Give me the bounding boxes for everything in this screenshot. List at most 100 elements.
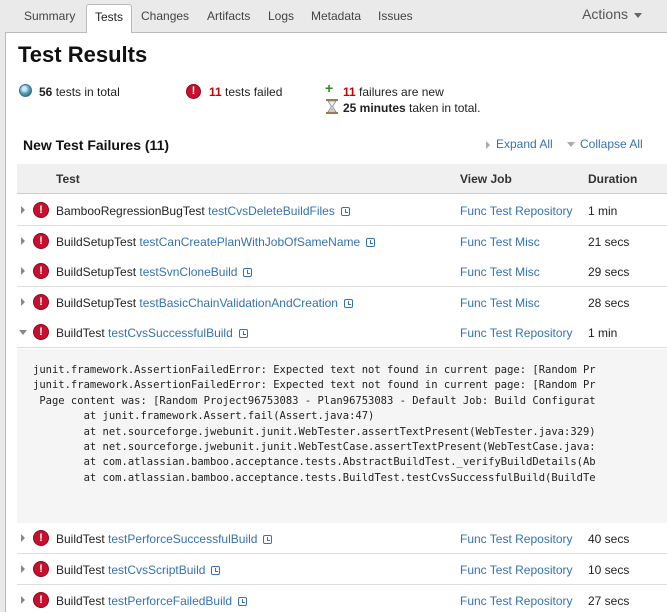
job-link[interactable]: Func Test Repository (460, 563, 573, 577)
expand-row-icon[interactable] (21, 596, 25, 604)
job-link[interactable]: Func Test Misc (460, 265, 540, 279)
table-row[interactable]: ! BambooRegressionBugTest testCvsDeleteB… (17, 195, 667, 226)
table-row-expanded[interactable]: ! BuildTest testCvsSuccessfulBuild Func … (17, 317, 667, 348)
tab-tests[interactable]: Tests (86, 4, 133, 33)
history-icon[interactable] (263, 535, 273, 544)
stack-trace-line: Page content was: [Random Project9675308… (33, 394, 596, 407)
hourglass-icon (326, 99, 338, 114)
expand-row-icon[interactable] (21, 298, 25, 306)
stack-trace-line: at com.atlassian.bamboo.acceptance.tests… (33, 456, 596, 469)
main-panel: Test Results 56 tests in total ! 11 test… (5, 32, 667, 612)
test-class: BuildTest (56, 326, 105, 340)
duration-summary: 25 minutes taken in total. (343, 101, 480, 115)
tab-bar: Summary Tests Changes Artifacts Logs Met… (0, 0, 667, 33)
test-method-link[interactable]: testCvsDeleteBuildFiles (208, 204, 335, 218)
new-failures-summary: 11 failures are new (343, 85, 444, 99)
duration: 40 secs (588, 532, 630, 546)
actions-menu[interactable]: Actions (582, 6, 642, 22)
new-count: 11 (343, 85, 356, 99)
test-method-link[interactable]: testSvnCloneBuild (139, 265, 237, 279)
test-class: BuildSetupTest (56, 235, 137, 249)
stack-trace-line: junit.framework.AssertionFailedError: Ex… (33, 379, 596, 392)
test-class: BuildSetupTest (56, 296, 137, 310)
total-text: tests in total (55, 85, 120, 99)
failed-text: tests failed (225, 85, 283, 99)
job-link[interactable]: Func Test Repository (460, 532, 573, 546)
expand-all-link[interactable]: Expand All (486, 137, 553, 151)
stack-trace-line: at com.atlassian.bamboo.acceptance.tests… (33, 471, 596, 484)
test-method-link[interactable]: testCvsSuccessfulBuild (108, 326, 233, 340)
error-icon: ! (33, 561, 49, 577)
test-class: BuildTest (56, 563, 105, 577)
history-icon[interactable] (238, 329, 248, 338)
error-icon: ! (33, 233, 49, 249)
job-link[interactable]: Func Test Repository (460, 594, 573, 608)
test-method-link[interactable]: testCanCreatePlanWithJobOfSameName (139, 235, 360, 249)
job-link[interactable]: Func Test Repository (460, 204, 573, 218)
test-method-link[interactable]: testPerforceFailedBuild (108, 594, 232, 608)
expand-row-icon[interactable] (21, 237, 25, 245)
error-icon: ! (33, 294, 49, 310)
tab-artifacts[interactable]: Artifacts (199, 6, 258, 28)
expand-row-icon[interactable] (21, 565, 25, 573)
duration: 28 secs (588, 296, 630, 310)
duration: 1 min (588, 326, 618, 340)
section-title: New Test Failures (11) (23, 137, 170, 153)
total-count: 56 (39, 85, 53, 99)
table-row[interactable]: ! BuildTest testPerforceSuccessfulBuild … (17, 523, 667, 554)
column-header-test: Test (56, 172, 80, 186)
tab-issues[interactable]: Issues (370, 6, 421, 28)
stack-trace-line: at junit.framework.Assert.fail(Assert.ja… (33, 410, 375, 423)
table-row[interactable]: ! BuildTest testPerforceFailedBuild Func… (17, 585, 667, 612)
table-row[interactable]: ! BuildSetupTest testSvnCloneBuild Func … (17, 256, 667, 287)
test-class: BuildTest (56, 594, 105, 608)
total-tests-summary: 56 tests in total (39, 85, 120, 99)
stack-trace-line: junit.framework.AssertionFailedError: Ex… (33, 364, 596, 376)
history-icon[interactable] (238, 597, 248, 606)
job-link[interactable]: Func Test Misc (460, 296, 540, 310)
test-method-link[interactable]: testPerforceSuccessfulBuild (108, 532, 257, 546)
chevron-down-icon (634, 12, 642, 18)
collapse-all-link[interactable]: Collapse All (567, 137, 643, 151)
history-icon[interactable] (211, 566, 221, 575)
error-icon: ! (33, 592, 49, 608)
expand-row-icon[interactable] (21, 534, 25, 542)
test-method-link[interactable]: testBasicChainValidationAndCreation (139, 296, 338, 310)
failed-tests-summary: 11 tests failed (209, 85, 282, 99)
test-class: BuildSetupTest (56, 265, 137, 279)
job-link[interactable]: Func Test Repository (460, 326, 573, 340)
error-icon: ! (186, 84, 201, 99)
expand-row-icon[interactable] (21, 206, 25, 214)
duration: 27 secs (588, 594, 630, 608)
table-row[interactable]: ! BuildSetupTest testBasicChainValidatio… (17, 287, 667, 318)
stack-trace-line: at net.sourceforge.jwebunit.junit.WebTes… (33, 425, 596, 438)
expand-all-label: Expand All (496, 137, 553, 151)
expand-row-icon[interactable] (21, 267, 25, 275)
actions-label: Actions (582, 6, 628, 22)
table-header: Test View Job Duration (17, 164, 667, 194)
history-icon[interactable] (243, 268, 253, 277)
tab-metadata[interactable]: Metadata (303, 6, 369, 28)
duration-text: taken in total. (409, 101, 481, 115)
error-icon: ! (33, 530, 49, 546)
column-header-job: View Job (460, 172, 512, 186)
table-row[interactable]: ! BuildSetupTest testCanCreatePlanWithJo… (17, 226, 667, 257)
tab-summary[interactable]: Summary (16, 6, 83, 28)
collapse-row-icon[interactable] (19, 330, 27, 335)
job-link[interactable]: Func Test Misc (460, 235, 540, 249)
tab-logs[interactable]: Logs (260, 6, 302, 28)
history-icon[interactable] (366, 238, 376, 247)
chevron-right-icon (486, 140, 490, 149)
duration-value: 25 minutes (343, 101, 406, 115)
table-row[interactable]: ! BuildTest testCvsScriptBuild Func Test… (17, 554, 667, 585)
test-class: BambooRegressionBugTest (56, 204, 205, 218)
history-icon[interactable] (343, 299, 353, 308)
test-method-link[interactable]: testCvsScriptBuild (108, 563, 205, 577)
history-icon[interactable] (340, 207, 350, 216)
stack-trace-panel[interactable]: junit.framework.AssertionFailedError: Ex… (17, 349, 667, 550)
column-header-duration: Duration (588, 172, 638, 186)
duration: 21 secs (588, 235, 630, 249)
plus-icon: + (325, 80, 334, 96)
duration: 10 secs (588, 563, 630, 577)
tab-changes[interactable]: Changes (133, 6, 197, 28)
